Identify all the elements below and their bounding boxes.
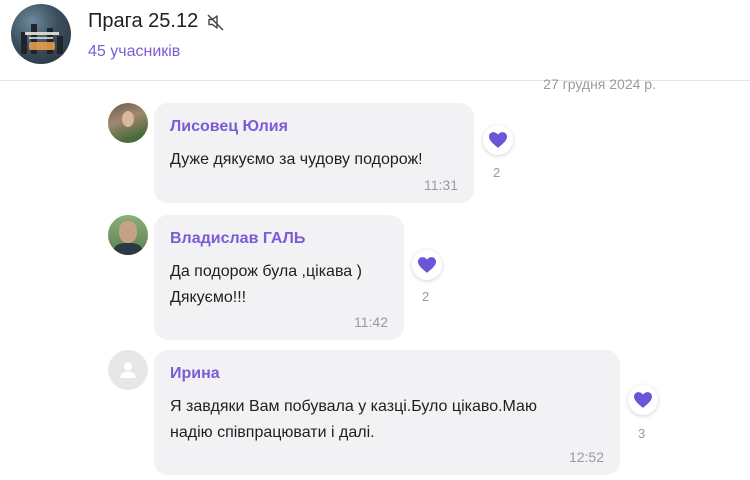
reaction-button[interactable] (628, 385, 658, 415)
message-line: Дуже дякуємо за чудову подорож! (170, 151, 423, 168)
reaction-count: 3 (638, 426, 646, 441)
message-time: 11:42 (354, 314, 388, 330)
message-time: 12:52 (568, 449, 604, 465)
message-line: надію співпрацювати і далі. (170, 424, 375, 441)
message-text: Дуже дякуємо за чудову подорож! (170, 147, 423, 173)
user-placeholder-icon (120, 362, 136, 378)
message-text: Я завдяки Вам побувала у казці.Було ціка… (170, 394, 537, 446)
message-bubble[interactable]: Ирина Я завдяки Вам побувала у казці.Бул… (154, 350, 620, 475)
message-line: Да подорож була ,цікава ) (170, 263, 362, 280)
reaction-button[interactable] (483, 125, 513, 155)
message-text: Да подорож була ,цікава ) Дякуємо!!! (170, 259, 362, 311)
title-row[interactable]: Прага 25.12 (88, 10, 226, 33)
chat-title[interactable]: Прага 25.12 (88, 10, 198, 33)
date-separator: 27 грудня 2024 р. (543, 76, 656, 92)
message-bubble[interactable]: Владислав ГАЛЬ Да подорож була ,цікава )… (154, 215, 404, 340)
avatar[interactable] (108, 215, 148, 255)
reaction-count: 2 (493, 165, 501, 180)
sender-name[interactable]: Ирина (170, 365, 220, 383)
members-count[interactable]: 45 учасників (88, 43, 180, 61)
reaction-button[interactable] (412, 250, 442, 280)
heart-icon (418, 257, 436, 273)
heart-icon (634, 392, 652, 408)
sender-name[interactable]: Лисовец Юлия (170, 118, 288, 136)
chat-header: Прага 25.12 45 учасників (0, 0, 750, 81)
avatar[interactable] (108, 103, 148, 143)
muted-speaker-icon (207, 14, 224, 30)
avatar[interactable] (108, 350, 148, 390)
message-line: Я завдяки Вам побувала у казці.Було ціка… (170, 398, 537, 415)
message-bubble[interactable]: Лисовец Юлия Дуже дякуємо за чудову подо… (154, 103, 474, 203)
group-avatar[interactable] (11, 4, 71, 64)
heart-icon (489, 132, 507, 148)
message-line: Дякуємо!!! (170, 289, 247, 306)
sender-name[interactable]: Владислав ГАЛЬ (170, 230, 305, 248)
reaction-count: 2 (422, 289, 430, 304)
message-time: 11:31 (424, 177, 458, 193)
